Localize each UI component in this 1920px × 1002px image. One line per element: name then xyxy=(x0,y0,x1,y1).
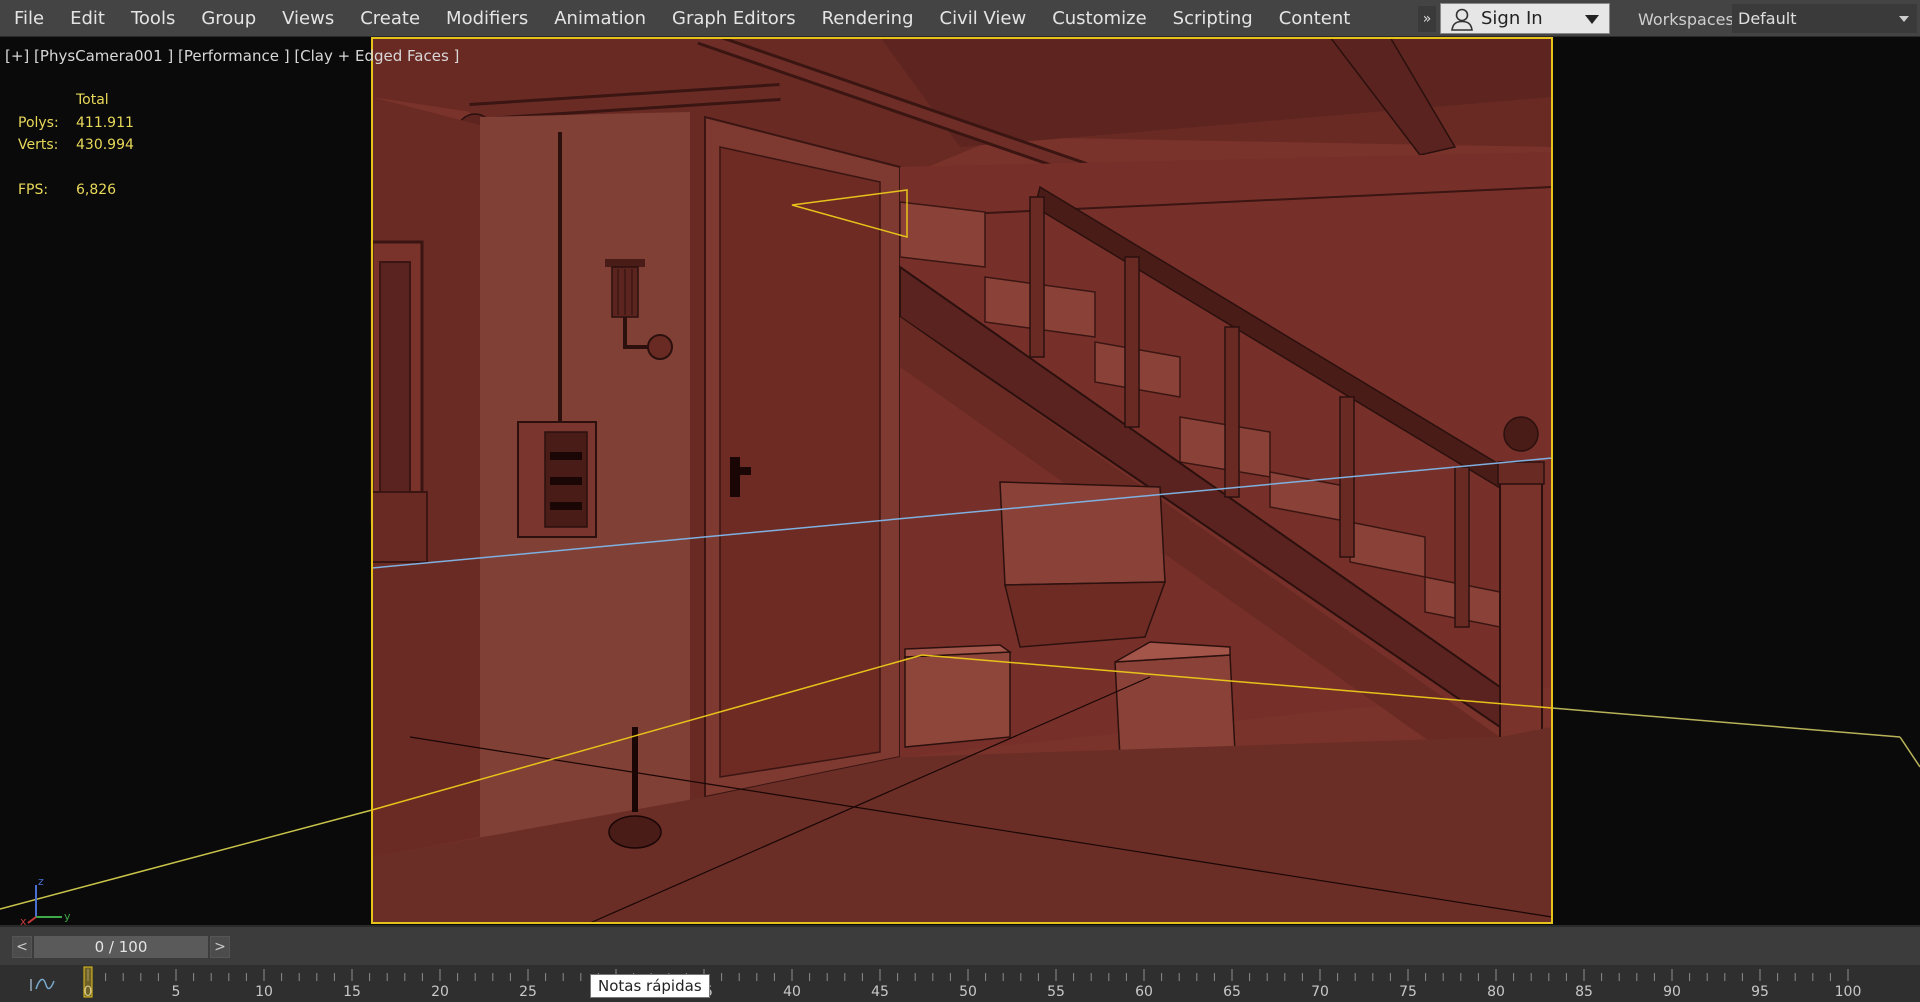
ground-line-right-end xyxy=(1899,736,1920,768)
double-chevron-right-icon: » xyxy=(1422,11,1432,27)
ruler-tick-label: 40 xyxy=(783,984,801,1000)
polys-value: 411.911 xyxy=(76,115,134,131)
ruler-tick-label: 65 xyxy=(1223,984,1241,1000)
timeline-ruler[interactable]: 0510152025303540455055606570758085909510… xyxy=(0,965,1920,1002)
menu-modifiers[interactable]: Modifiers xyxy=(438,0,546,37)
ruler-tick-label: 20 xyxy=(431,984,449,1000)
menu-graph-editors[interactable]: Graph Editors xyxy=(664,0,814,37)
scene-render xyxy=(0,37,1920,924)
axis-z-label: z xyxy=(38,877,44,888)
timeline-panel: < 0 / 100 > 0510152025303540455055606570… xyxy=(0,925,1920,1002)
menu-file[interactable]: File xyxy=(6,0,62,37)
ruler-tick-label: 60 xyxy=(1135,984,1153,1000)
axis-y-label: y xyxy=(64,910,71,923)
ruler-tick-label: 55 xyxy=(1047,984,1065,1000)
ruler-tick-label: 25 xyxy=(519,984,537,1000)
verts-value: 430.994 xyxy=(76,137,134,153)
ruler-tick-label: 15 xyxy=(343,984,361,1000)
menu-bar: File Edit Tools Group Views Create Modif… xyxy=(0,0,1920,37)
quick-notes-tooltip: Notas rápidas xyxy=(590,974,710,998)
ruler-tick-label: 45 xyxy=(871,984,889,1000)
menu-customize[interactable]: Customize xyxy=(1044,0,1164,37)
main-menu: File Edit Tools Group Views Create Modif… xyxy=(6,0,1368,37)
axis-gizmo-icon: z y x xyxy=(20,877,71,925)
menu-overflow-button[interactable]: » xyxy=(1418,6,1436,32)
fps-value: 6,826 xyxy=(76,182,117,198)
previous-frame-button[interactable]: < xyxy=(12,936,32,958)
chevron-down-icon[interactable] xyxy=(1585,15,1599,24)
menu-rendering[interactable]: Rendering xyxy=(814,0,932,37)
ruler-tick-label: 10 xyxy=(255,984,273,1000)
menu-tools[interactable]: Tools xyxy=(123,0,193,37)
stats-header: Total xyxy=(76,92,109,108)
axis-x-label: x xyxy=(20,915,27,925)
menu-scripting[interactable]: Scripting xyxy=(1165,0,1271,37)
current-frame-marker[interactable] xyxy=(83,966,93,998)
workspaces-label: Workspaces: xyxy=(1638,10,1740,29)
ruler-tick-label: 90 xyxy=(1663,984,1681,1000)
menu-animation[interactable]: Animation xyxy=(546,0,664,37)
viewport-label[interactable]: [+] [PhysCamera001 ] [Performance ] [Cla… xyxy=(5,47,459,65)
ruler-tick-label: 80 xyxy=(1487,984,1505,1000)
menu-group[interactable]: Group xyxy=(193,0,274,37)
menu-edit[interactable]: Edit xyxy=(62,0,123,37)
sign-in-label: Sign In xyxy=(1481,8,1543,29)
verts-label: Verts: xyxy=(18,137,59,153)
frame-counter[interactable]: 0 / 100 xyxy=(34,936,208,958)
menu-civil-view[interactable]: Civil View xyxy=(932,0,1045,37)
ruler-tick-label: 100 xyxy=(1835,984,1862,1000)
fps-label: FPS: xyxy=(18,182,49,198)
menu-create[interactable]: Create xyxy=(352,0,438,37)
ruler-tick-label: 5 xyxy=(172,984,181,1000)
ruler-tick-label: 95 xyxy=(1751,984,1769,1000)
ruler-tick-label: 75 xyxy=(1399,984,1417,1000)
ground-line-right xyxy=(1551,707,1901,738)
workspaces-value: Default xyxy=(1738,9,1797,28)
time-slider[interactable]: < 0 / 100 > xyxy=(8,936,230,960)
ruler-tick-label: 85 xyxy=(1575,984,1593,1000)
camera-viewport[interactable]: [+] [PhysCamera001 ] [Performance ] [Cla… xyxy=(0,37,1920,925)
render-frame xyxy=(370,37,1553,924)
menu-content[interactable]: Content xyxy=(1271,0,1369,37)
dropdown-arrow-icon xyxy=(1899,16,1909,22)
ruler-tick-label: 50 xyxy=(959,984,977,1000)
user-icon xyxy=(1451,8,1473,31)
menu-views[interactable]: Views xyxy=(274,0,352,37)
ruler-tick-label: 70 xyxy=(1311,984,1329,1000)
track-bar[interactable]: 0510152025303540455055606570758085909510… xyxy=(0,965,1920,1002)
workspaces-dropdown[interactable]: Default xyxy=(1732,4,1917,33)
next-frame-button[interactable]: > xyxy=(210,936,230,958)
sign-in-button[interactable]: Sign In xyxy=(1440,3,1610,34)
polys-label: Polys: xyxy=(18,115,59,131)
